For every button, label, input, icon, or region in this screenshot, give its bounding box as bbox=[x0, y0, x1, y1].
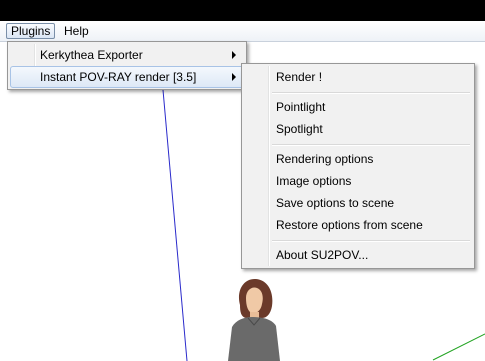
person-figure[interactable] bbox=[228, 278, 280, 361]
menu-item-label: Restore options from scene bbox=[276, 218, 423, 232]
menu-item-save-options-to-scene[interactable]: Save options to scene bbox=[244, 192, 472, 214]
menu-plugins[interactable]: Plugins bbox=[6, 23, 56, 39]
menu-item-label: Spotlight bbox=[276, 122, 323, 136]
menu-item-label: Save options to scene bbox=[276, 196, 395, 210]
menu-item-label: Render ! bbox=[276, 70, 323, 84]
menu-separator bbox=[272, 144, 470, 146]
menu-separator bbox=[272, 240, 470, 242]
menu-item-render[interactable]: Render ! bbox=[244, 66, 472, 88]
window-title-bar bbox=[0, 0, 485, 21]
menu-item-label: Kerkythea Exporter bbox=[40, 48, 143, 62]
menu-item-label: Instant POV-RAY render [3.5] bbox=[40, 70, 197, 84]
menu-separator bbox=[272, 92, 470, 94]
menu-item-label: Rendering options bbox=[276, 152, 374, 166]
menu-item-kerkythea-exporter[interactable]: Kerkythea Exporter bbox=[10, 44, 244, 66]
menu-item-pointlight[interactable]: Pointlight bbox=[244, 96, 472, 118]
plugins-menu: Kerkythea Exporter Instant POV-RAY rende… bbox=[7, 41, 247, 90]
menu-item-label: Image options bbox=[276, 174, 352, 188]
submenu-arrow-icon bbox=[232, 73, 236, 81]
submenu-arrow-icon bbox=[232, 51, 236, 59]
povray-submenu: Render ! Pointlight Spotlight Rendering … bbox=[241, 63, 475, 269]
menu-help[interactable]: Help bbox=[60, 23, 93, 39]
menu-item-rendering-options[interactable]: Rendering options bbox=[244, 148, 472, 170]
blue-axis-line bbox=[162, 89, 188, 361]
green-axis-line bbox=[432, 333, 485, 361]
menu-item-image-options[interactable]: Image options bbox=[244, 170, 472, 192]
menu-bar: Plugins Help bbox=[0, 21, 485, 42]
menu-item-spotlight[interactable]: Spotlight bbox=[244, 118, 472, 140]
menu-item-label: About SU2POV... bbox=[276, 248, 369, 262]
menu-item-instant-povray-render[interactable]: Instant POV-RAY render [3.5] bbox=[10, 66, 244, 88]
menu-item-restore-options-from-scene[interactable]: Restore options from scene bbox=[244, 214, 472, 236]
menu-item-about-su2pov[interactable]: About SU2POV... bbox=[244, 244, 472, 266]
menu-item-label: Pointlight bbox=[276, 100, 326, 114]
